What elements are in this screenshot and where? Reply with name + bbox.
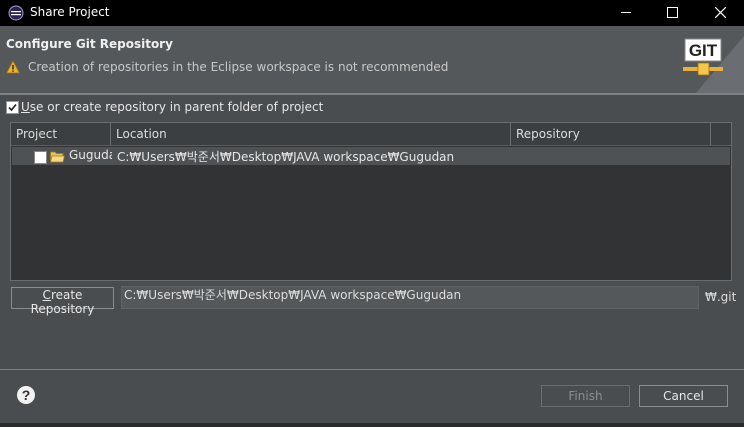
- git-banner: GIT: [676, 26, 744, 93]
- maximize-button[interactable]: [648, 0, 696, 26]
- project-name-cell: Guguda: [69, 148, 112, 162]
- git-logo-icon: GIT: [683, 36, 744, 93]
- table-row[interactable]: Guguda C:₩Users₩박준서₩Desktop₩JAVA workspa…: [12, 147, 730, 165]
- table-header: Project Location Repository: [11, 123, 731, 146]
- create-repository-button[interactable]: Create Repository: [11, 287, 114, 316]
- checkmark-icon: [8, 103, 17, 112]
- project-row-checkbox[interactable]: [34, 151, 47, 164]
- project-folder-icon: [50, 151, 65, 163]
- header-divider: [0, 93, 744, 95]
- minimize-button[interactable]: [602, 0, 650, 26]
- column-header-project[interactable]: Project: [11, 123, 111, 145]
- window-title: Share Project: [30, 5, 110, 19]
- footer-divider: [0, 369, 744, 370]
- help-icon[interactable]: ?: [16, 385, 36, 405]
- warning-message: Creation of repositories in the Eclipse …: [28, 60, 449, 74]
- git-suffix-label: ₩.git: [705, 290, 737, 304]
- git-banner-text: GIT: [689, 41, 718, 60]
- title-bar: Share Project: [0, 0, 744, 26]
- project-table[interactable]: Project Location Repository Guguda C:₩Us…: [10, 122, 732, 281]
- maximize-icon: [667, 7, 678, 18]
- warning-icon: [6, 60, 20, 74]
- dialog-header: Configure Git Repository Creation of rep…: [0, 26, 744, 93]
- use-parent-checkbox[interactable]: [6, 101, 19, 114]
- finish-button[interactable]: Finish: [541, 385, 630, 407]
- eclipse-icon: [8, 5, 24, 21]
- column-header-location[interactable]: Location: [111, 123, 511, 145]
- page-title: Configure Git Repository: [6, 37, 173, 51]
- repository-path-field[interactable]: C:₩Users₩박준서₩Desktop₩JAVA workspace₩Gugu…: [121, 286, 699, 309]
- svg-text:?: ?: [22, 387, 31, 403]
- close-button[interactable]: [696, 0, 744, 26]
- location-cell: C:₩Users₩박준서₩Desktop₩JAVA workspace₩Gugu…: [117, 150, 455, 164]
- minimize-icon: [621, 12, 631, 13]
- column-header-repository[interactable]: Repository: [511, 123, 711, 145]
- close-icon: [715, 7, 726, 18]
- taskbar-strip: [0, 423, 744, 427]
- cancel-button[interactable]: Cancel: [639, 385, 728, 407]
- use-parent-label: Use or create repository in parent folde…: [21, 100, 324, 114]
